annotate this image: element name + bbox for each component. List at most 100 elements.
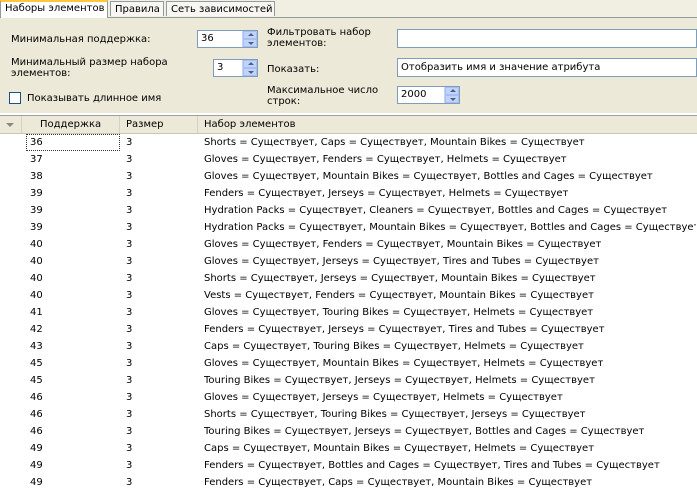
- cell-itemset: Touring Bikes = Существует, Jerseys = Су…: [204, 375, 595, 386]
- table-row[interactable]: 40 3 Shorts = Существует, Jerseys = Сущест…: [0, 270, 697, 287]
- cell-size: 3: [126, 375, 133, 386]
- table-row[interactable]: 46 3 Gloves = Существует, Jerseys = Сущест…: [0, 389, 697, 406]
- settings-panel: Минимальная поддержка: 36 Минимальный ра…: [0, 18, 697, 113]
- cell-size: 3: [126, 273, 133, 284]
- show-dropdown-value: Отобразить имя и значение атрибута: [401, 62, 601, 73]
- column-header-itemset[interactable]: Набор элементов: [198, 116, 697, 133]
- cell-itemset: Shorts = Существует, Jerseys = Существуе…: [204, 273, 596, 284]
- max-rows-spinner[interactable]: 2000: [397, 86, 460, 104]
- cell-size: 3: [126, 154, 133, 165]
- table-row[interactable]: 49 3 Fenders = Существует, Bottles and Cag…: [0, 457, 697, 474]
- decrement-arrow-icon[interactable]: [243, 68, 257, 76]
- table-row[interactable]: 46 3 Shorts = Существует, Touring Bikes = …: [0, 406, 697, 423]
- cell-size: 3: [126, 290, 133, 301]
- cell-size: 3: [126, 137, 133, 148]
- table-row[interactable]: 46 3 Touring Bikes = Существует, Jerseys =…: [0, 423, 697, 440]
- decrement-arrow-icon[interactable]: [243, 39, 257, 47]
- cell-size: 3: [126, 341, 133, 352]
- show-label: Показать:: [267, 64, 320, 75]
- table-row[interactable]: 38 3 Gloves = Существует, Mountain Bikes =…: [0, 168, 697, 185]
- cell-itemset: Gloves = Существует, Jerseys = Существуе…: [204, 392, 563, 403]
- cell-itemset: Gloves = Существует, Mountain Bikes = Су…: [204, 358, 604, 369]
- cell-itemset: Fenders = Существует, Caps = Существует,…: [204, 477, 593, 488]
- column-header-support[interactable]: Поддержка: [22, 116, 120, 133]
- cell-itemset: Hydration Packs = Существует, Cleaners =…: [204, 205, 668, 216]
- cell-itemset: Shorts = Существует, Caps = Существует, …: [204, 137, 585, 148]
- increment-arrow-icon[interactable]: [243, 60, 257, 68]
- table-row[interactable]: 37 3 Gloves = Существует, Fenders = Сущест…: [0, 151, 697, 168]
- cell-itemset: Caps = Существует, Touring Bikes = Сущес…: [204, 341, 584, 352]
- tab-rules[interactable]: Правила: [110, 1, 164, 16]
- tab-itemsets[interactable]: Наборы элементов: [0, 0, 108, 18]
- cell-support: 41: [30, 307, 43, 318]
- cell-support: 38: [30, 171, 43, 182]
- cell-itemset: Gloves = Существует, Jerseys = Существуе…: [204, 256, 599, 267]
- cell-itemset: Fenders = Существует, Jerseys = Существу…: [204, 188, 569, 199]
- row-selector-header[interactable]: [0, 116, 22, 133]
- cell-size: 3: [126, 205, 133, 216]
- increment-arrow-icon[interactable]: [243, 31, 257, 39]
- table-row[interactable]: 40 3 Vests = Существует, Fenders = Существ…: [0, 287, 697, 304]
- cell-support: 45: [30, 358, 43, 369]
- increment-arrow-icon[interactable]: [445, 87, 459, 95]
- table-row[interactable]: 45 3 Gloves = Существует, Mountain Bikes =…: [0, 355, 697, 372]
- cell-size: 3: [126, 256, 133, 267]
- itemsets-grid: Поддержка Размер Набор элементов 36 3 Shor…: [0, 115, 697, 496]
- table-row[interactable]: 49 3 Caps = Существует, Mountain Bikes = С…: [0, 440, 697, 457]
- table-row[interactable]: 43 3 Caps = Существует, Touring Bikes = Су…: [0, 338, 697, 355]
- filter-itemset-label: Фильтровать набор элементов:: [267, 27, 371, 49]
- tab-bar: Наборы элементов Правила Сеть зависимост…: [0, 0, 697, 18]
- table-row[interactable]: 41 3 Gloves = Существует, Touring Bikes = …: [0, 304, 697, 321]
- cell-support: 42: [30, 324, 43, 335]
- cell-itemset: Gloves = Существует, Fenders = Существуе…: [204, 154, 567, 165]
- cell-support: 45: [30, 375, 43, 386]
- cell-support: 46: [30, 409, 43, 420]
- table-row[interactable]: 36 3 Shorts = Существует, Caps = Существуе…: [0, 134, 697, 151]
- cell-size: 3: [126, 239, 133, 250]
- cell-itemset: Gloves = Существует, Touring Bikes = Сущ…: [204, 307, 594, 318]
- table-row[interactable]: 40 3 Gloves = Существует, Jerseys = Сущест…: [0, 253, 697, 270]
- cell-support: 49: [30, 460, 43, 471]
- decrement-arrow-icon[interactable]: [445, 95, 459, 103]
- cell-size: 3: [126, 324, 133, 335]
- grid-rows: 36 3 Shorts = Существует, Caps = Существуе…: [0, 134, 697, 491]
- spinner-buttons: [242, 60, 257, 76]
- table-row[interactable]: 42 3 Fenders = Существует, Jerseys = Сущес…: [0, 321, 697, 338]
- show-long-name-checkbox[interactable]: [9, 92, 21, 104]
- cell-size: 3: [126, 222, 133, 233]
- table-row[interactable]: 39 3 Fenders = Существует, Jerseys = Сущес…: [0, 185, 697, 202]
- show-dropdown[interactable]: Отобразить имя и значение атрибута: [397, 58, 697, 77]
- cell-size: 3: [126, 171, 133, 182]
- table-row[interactable]: 39 3 Hydration Packs = Существует, Cleaner…: [0, 202, 697, 219]
- cell-itemset: Vests = Существует, Fenders = Существует…: [204, 290, 594, 301]
- min-itemset-size-label: Минимальный размер набора элементов:: [11, 57, 168, 79]
- max-rows-value: 2000: [401, 89, 427, 100]
- cell-size: 3: [126, 392, 133, 403]
- column-header-size[interactable]: Размер: [120, 116, 198, 133]
- table-row[interactable]: 39 3 Hydration Packs = Существует, Mountai…: [0, 219, 697, 236]
- cell-size: 3: [126, 460, 133, 471]
- cell-itemset: Fenders = Существует, Jerseys = Существу…: [204, 324, 605, 335]
- cell-support: 40: [30, 239, 43, 250]
- table-row[interactable]: 49 3 Fenders = Существует, Caps = Существу…: [0, 474, 697, 491]
- cell-support: 36: [26, 134, 120, 151]
- cell-support: 37: [30, 154, 43, 165]
- cell-size: 3: [126, 477, 133, 488]
- filter-itemset-input[interactable]: [397, 29, 697, 48]
- min-itemset-size-spinner[interactable]: 3: [213, 59, 258, 77]
- cell-size: 3: [126, 188, 133, 199]
- tab-dependency-network[interactable]: Сеть зависимостей: [166, 1, 275, 16]
- cell-size: 3: [126, 426, 133, 437]
- table-row[interactable]: 45 3 Touring Bikes = Существует, Jerseys =…: [0, 372, 697, 389]
- max-rows-label: Максимальное число строк:: [267, 85, 379, 107]
- cell-support: 40: [30, 273, 43, 284]
- min-support-spinner[interactable]: 36: [197, 30, 258, 48]
- cell-support: 43: [30, 341, 43, 352]
- sort-arrow-icon: [6, 123, 14, 127]
- cell-support: 46: [30, 426, 43, 437]
- table-row[interactable]: 40 3 Gloves = Существует, Fenders = Сущест…: [0, 236, 697, 253]
- cell-itemset: Touring Bikes = Существует, Jerseys = Су…: [204, 426, 645, 437]
- cell-support: 39: [30, 205, 43, 216]
- cell-itemset: Fenders = Существует, Bottles and Cages …: [204, 460, 660, 471]
- cell-support: 49: [30, 443, 43, 454]
